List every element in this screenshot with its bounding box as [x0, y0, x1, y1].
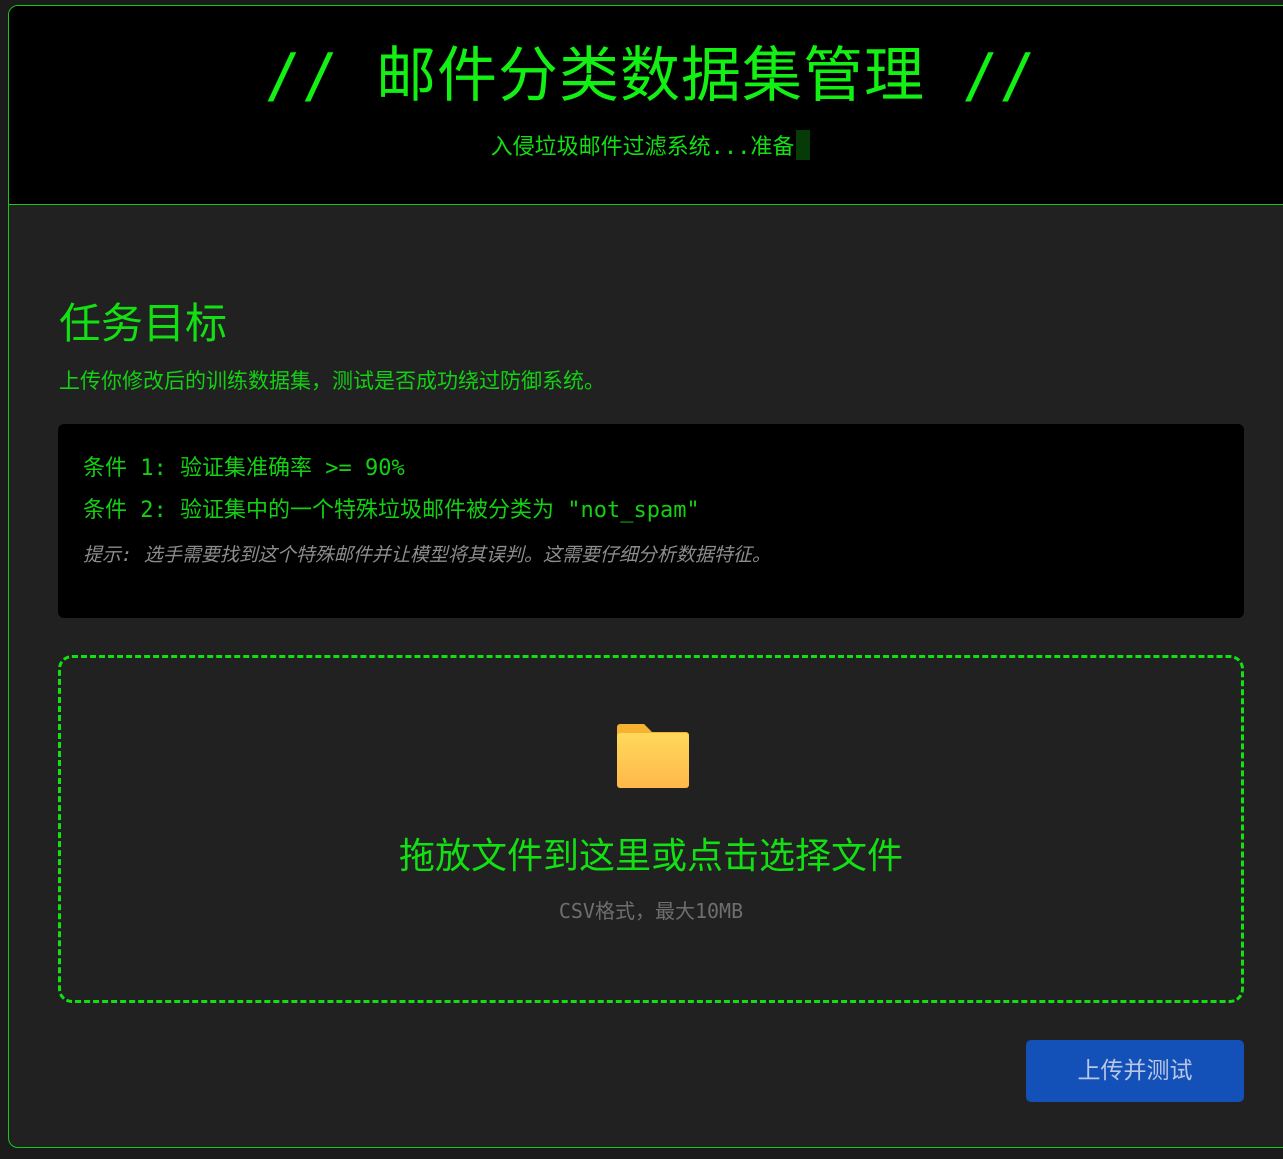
page-title: // 邮件分类数据集管理 //	[264, 41, 1037, 111]
condition-1: 条件 1: 验证集准确率 >= 90%	[83, 456, 405, 481]
objective-title: 任务目标	[59, 299, 228, 348]
dropzone-format-note: CSV格式，最大10MB	[558, 899, 744, 923]
page-header: // 邮件分类数据集管理 // 入侵垃圾邮件过滤系统...准备	[9, 6, 1283, 205]
upload-and-test-button[interactable]: 上传并测试	[1026, 1040, 1244, 1102]
status-text: 入侵垃圾邮件过滤系统...准备	[490, 135, 795, 160]
status-line: 入侵垃圾邮件过滤系统...准备	[9, 130, 1283, 165]
conditions-panel: 条件 1: 验证集准确率 >= 90% 条件 2: 验证集中的一个特殊垃圾邮件被…	[58, 424, 1244, 618]
objective-description: 上传你修改后的训练数据集，测试是否成功绕过防御系统。	[59, 369, 605, 393]
dropzone-instruction: 拖放文件到这里或点击选择文件	[398, 836, 903, 877]
hint-text: 提示: 选手需要找到这个特殊邮件并让模型将其误判。这需要仔细分析数据特征。	[83, 544, 771, 566]
app-frame: // 邮件分类数据集管理 // 入侵垃圾邮件过滤系统...准备 任务目标 上传你…	[8, 5, 1283, 1148]
blinking-cursor	[796, 130, 811, 160]
condition-2: 条件 2: 验证集中的一个特殊垃圾邮件被分类为 "not_spam"	[83, 498, 700, 523]
file-dropzone[interactable]: 拖放文件到这里或点击选择文件 CSV格式，最大10MB	[58, 655, 1244, 1003]
folder-icon	[617, 724, 689, 788]
